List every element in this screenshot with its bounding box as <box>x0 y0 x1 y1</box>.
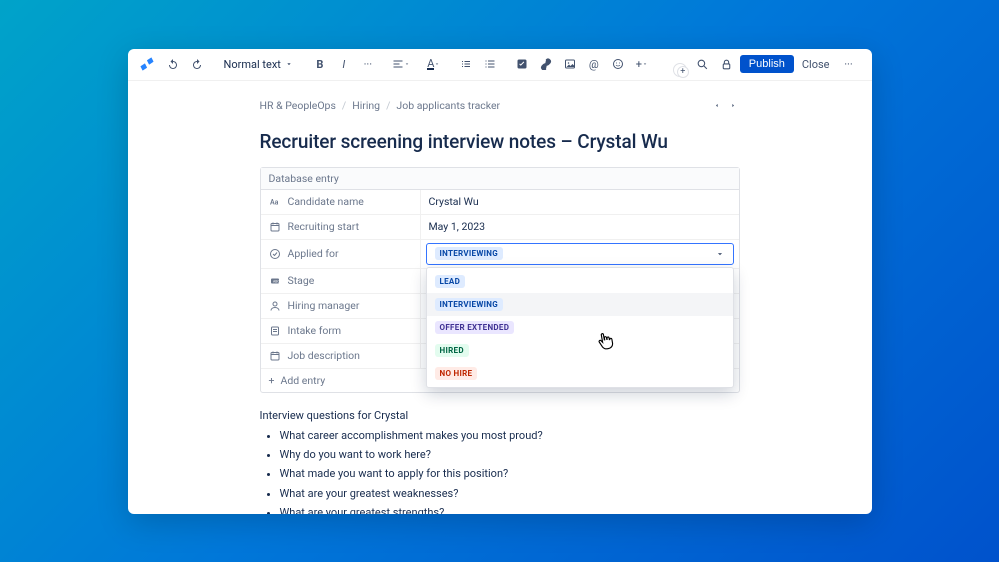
close-button[interactable]: Close <box>796 55 836 74</box>
questions-heading[interactable]: Interview questions for Crystal <box>260 409 740 422</box>
text-field-icon: Aa <box>269 195 282 208</box>
more-format-button[interactable]: ··· <box>357 53 379 75</box>
database-panel: Database entry Aa Candidate name Crystal… <box>260 167 740 393</box>
chevron-down-icon <box>642 61 648 67</box>
more-actions-button[interactable]: ··· <box>838 53 860 75</box>
question-item[interactable]: What made you want to apply for this pos… <box>280 466 740 481</box>
editor-toolbar: Normal text B I ··· A <box>128 49 872 81</box>
bold-button[interactable]: B <box>309 53 331 75</box>
checklist-button[interactable] <box>511 53 533 75</box>
breadcrumb-item[interactable]: HR & PeopleOps <box>260 99 336 112</box>
stage-option-lead[interactable]: LEAD <box>427 270 733 293</box>
db-value-candidate-name[interactable]: Crystal Wu <box>421 190 739 214</box>
number-list-button[interactable] <box>479 53 501 75</box>
question-item[interactable]: What career accomplishment makes you mos… <box>280 428 740 443</box>
add-collaborator-button[interactable]: + <box>677 66 689 78</box>
question-item[interactable]: Why do you want to work here? <box>280 447 740 462</box>
expand-right-icon[interactable] <box>726 98 740 112</box>
db-row-applied-for: Applied for INTERVIEWING LEAD INT <box>261 240 739 269</box>
stage-option-offer-extended[interactable]: OFFER EXTENDED <box>427 316 733 339</box>
stage-dropdown: LEAD INTERVIEWING OFFER EXTENDED HIRED <box>426 267 734 388</box>
plus-icon: + <box>269 374 275 387</box>
db-row-recruiting-start: Recruiting start May 1, 2023 <box>261 215 739 240</box>
stage-select[interactable]: INTERVIEWING <box>426 243 734 265</box>
selected-stage-chip: INTERVIEWING <box>435 247 503 260</box>
breadcrumb-separator: / <box>342 99 346 112</box>
lock-button[interactable] <box>716 53 738 75</box>
person-icon <box>269 299 282 312</box>
breadcrumb-item[interactable]: Job applicants tracker <box>396 99 500 112</box>
chevron-down-icon <box>715 249 725 259</box>
calendar-icon <box>269 349 282 362</box>
svg-text:Aa: Aa <box>270 198 279 206</box>
questions-list[interactable]: What career accomplishment makes you mos… <box>260 428 740 514</box>
link-button[interactable] <box>535 53 557 75</box>
svg-text:ABC: ABC <box>273 279 280 283</box>
undo-button[interactable] <box>162 53 184 75</box>
database-panel-title: Database entry <box>261 168 739 190</box>
breadcrumb-actions <box>710 98 740 112</box>
question-item[interactable]: What are your greatest weaknesses? <box>280 486 740 501</box>
stage-option-no-hire[interactable]: NO HIRE <box>427 362 733 385</box>
page-title[interactable]: Recruiter screening interview notes – Cr… <box>260 130 740 153</box>
search-button[interactable] <box>692 53 714 75</box>
breadcrumb-separator: / <box>386 99 390 112</box>
text-style-select[interactable]: Normal text <box>218 53 299 75</box>
mention-button[interactable]: @ <box>583 53 605 75</box>
form-icon <box>269 324 282 337</box>
text-color-button[interactable]: A <box>423 53 445 75</box>
app-window: Normal text B I ··· A <box>128 49 872 514</box>
bullet-list-button[interactable] <box>455 53 477 75</box>
question-item[interactable]: What are your greatest strengths? <box>280 505 740 513</box>
redo-button[interactable] <box>186 53 208 75</box>
calendar-icon <box>269 220 282 233</box>
stage-option-hired[interactable]: HIRED <box>427 339 733 362</box>
status-icon <box>269 247 282 260</box>
publish-button[interactable]: Publish <box>740 55 794 73</box>
italic-button[interactable]: I <box>333 53 355 75</box>
chevron-down-icon <box>434 61 440 67</box>
breadcrumb: HR & PeopleOps / Hiring / Job applicants… <box>260 95 501 116</box>
chevron-down-icon <box>404 61 410 67</box>
expand-left-icon[interactable] <box>710 98 724 112</box>
tag-icon: ABC <box>269 274 282 287</box>
emoji-button[interactable] <box>607 53 629 75</box>
breadcrumb-item[interactable]: Hiring <box>352 99 380 112</box>
stage-option-interviewing[interactable]: INTERVIEWING <box>427 293 733 316</box>
editor-content[interactable]: HR & PeopleOps / Hiring / Job applicants… <box>128 81 872 514</box>
chevron-down-icon <box>285 60 293 68</box>
app-logo-icon <box>140 57 154 71</box>
align-button[interactable] <box>389 53 413 75</box>
db-value-recruiting-start[interactable]: May 1, 2023 <box>421 215 739 239</box>
text-style-label: Normal text <box>224 58 281 71</box>
insert-button[interactable]: + <box>631 53 653 75</box>
db-row-candidate-name: Aa Candidate name Crystal Wu <box>261 190 739 215</box>
image-button[interactable] <box>559 53 581 75</box>
